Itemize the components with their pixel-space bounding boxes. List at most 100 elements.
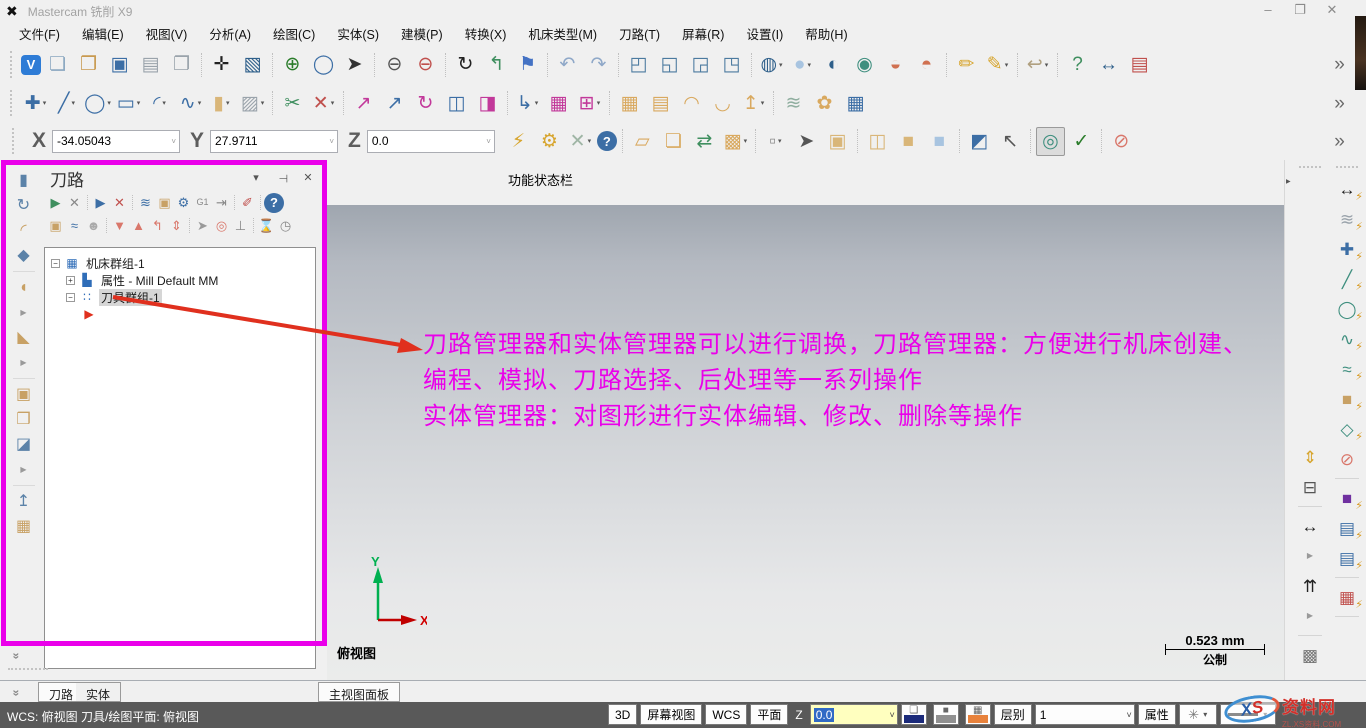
screen-view-button[interactable]: 屏幕视图 [640,704,702,725]
solid-loft-icon[interactable]: ◆ [10,244,37,267]
dim-vertical-icon[interactable]: ⇈ [1296,573,1324,599]
toolbar1-overflow[interactable]: » [1325,50,1354,79]
translucency-icon[interactable]: ◓ [912,50,941,79]
surface-swept-icon[interactable]: ◡ [708,89,737,118]
analyze-entity-icon[interactable]: ? [1063,50,1092,79]
display-options-icon[interactable]: ⊥ [231,216,250,235]
wcs-button[interactable]: WCS [705,704,747,725]
solid-revolve-icon[interactable]: ↻ [10,194,37,217]
create-surface-icon[interactable]: ▨▾ [238,89,267,118]
toolbar-grip[interactable] [1336,166,1358,168]
verify-icon[interactable]: ▣ [155,193,174,212]
mastercam-v-icon[interactable]: V [21,55,41,75]
save-file-icon[interactable]: ▣ [105,50,134,79]
graphics-canvas[interactable]: 刀路管理器和实体管理器可以进行调换，刀路管理器：方便进行机床创建、编程、模拟、刀… [327,205,1284,680]
previous-view-icon[interactable]: ↰ [482,50,511,79]
qm-arc-icon[interactable]: ◯⚡ [1333,296,1361,322]
named-views-icon[interactable]: ⚑ [513,50,542,79]
qm-level-icon[interactable]: ▤⚡ [1333,515,1361,541]
qm-group-icon[interactable]: ▤⚡ [1333,545,1361,571]
panel-grip[interactable] [8,668,48,670]
menu-analyze[interactable]: 分析(A) [198,22,262,45]
dynamic-rotate-icon[interactable]: ↻ [451,50,480,79]
delete-duplicates-icon[interactable]: ✎▾ [983,50,1012,79]
qm-solid-icon[interactable]: ■⚡ [1333,386,1361,412]
create-spline-icon[interactable]: ∿▾ [176,89,205,118]
insert-scroll-icon[interactable]: ⇕ [167,216,186,235]
materials-display-icon[interactable]: ◉ [850,50,879,79]
unzoom-80-icon[interactable]: ⊖ [411,50,440,79]
display-associated-icon[interactable]: ◎ [212,216,231,235]
3d-mode-button[interactable]: 3D [608,704,637,725]
undelete-icon[interactable]: ↩▾ [1023,50,1052,79]
tab-solids[interactable]: 实体 [76,682,121,702]
solid-chamfer-flyout-icon[interactable]: ▶ [10,351,37,374]
menu-solids[interactable]: 实体(S) [326,22,390,45]
menu-edit[interactable]: 编辑(E) [71,22,135,45]
help-icon[interactable]: ? [597,131,617,151]
toolpath-display-icon[interactable]: ≈ [65,216,84,235]
autocursor-off-icon[interactable]: ✕▾ [566,127,595,156]
minimize-button[interactable]: – [1260,2,1276,18]
chevron-down-icon[interactable]: ▾ [744,137,748,145]
chevron-down-icon[interactable]: ▾ [779,61,783,69]
gview-front-icon[interactable]: ◱ [655,50,684,79]
chevron-down-icon[interactable]: ▾ [198,99,202,107]
create-point-icon[interactable]: ✚▾ [21,89,50,118]
menu-xform[interactable]: 转换(X) [454,22,518,45]
ghost-toolpath-icon[interactable]: ☻ [84,216,103,235]
xform-dynamic-icon[interactable]: ↻ [411,89,440,118]
chevron-down-icon[interactable]: ▾ [162,99,166,107]
toolbar-grip[interactable] [1299,166,1321,168]
qm-point-icon[interactable]: ✚⚡ [1333,236,1361,262]
tree-node-properties[interactable]: +▙属性 - Mill Default MM [66,272,315,288]
fit-screen-icon[interactable]: ✛ [207,50,236,79]
xform-translate-icon[interactable]: ↗ [349,89,378,118]
toolbar2-overflow[interactable]: » [1325,89,1354,118]
tree-node-tool-group[interactable]: −∷刀具群组-1 [66,289,315,305]
zoom-in-window-icon[interactable]: ⊕ [278,50,307,79]
trim-divide-icon[interactable]: ✕▾ [309,89,338,118]
regen-selected-icon[interactable]: ▶ [91,193,110,212]
surface-revolved-icon[interactable]: ◠ [677,89,706,118]
xform-offset-icon[interactable]: ◨ [473,89,502,118]
chevron-down-icon[interactable]: ▾ [1005,61,1009,69]
chevron-down-icon[interactable]: ▾ [71,99,75,107]
solid-chamfer-icon[interactable]: ◣ [10,326,37,349]
chevron-down-icon[interactable]: ▾ [807,61,811,69]
shaded-display-icon[interactable]: ●▾ [788,50,817,79]
chevron-down-icon[interactable]: ˅ [1126,710,1131,720]
note-callout-icon[interactable]: ⊟ [1296,474,1324,500]
menu-model[interactable]: 建模(P) [390,22,454,45]
dim-horizontal-icon[interactable]: ↔ [1296,513,1324,539]
tab-viewsheet[interactable]: 主视图面板 [318,682,400,702]
repaint-icon[interactable]: ▧ [238,50,267,79]
interrupt-icon[interactable]: ⊘ [1107,127,1136,156]
solid-primitives-icon[interactable]: ▦ [10,515,37,538]
insert-up-icon[interactable]: ▲ [129,216,148,235]
block-model-icon[interactable]: ▦ [841,89,870,118]
open-file-icon[interactable]: ❒ [74,50,103,79]
solid-boolean-icon[interactable]: ❒ [10,408,37,431]
qm-spline-icon[interactable]: ∿⚡ [1333,326,1361,352]
restore-button[interactable]: ❐ [1292,2,1308,18]
qm-surface-icon[interactable]: ≋⚡ [1333,206,1361,232]
gview-toolpaths-icon[interactable]: ◎ [1036,127,1065,156]
chevron-down-icon[interactable]: ▾ [107,99,111,107]
panel-close-icon[interactable]: ✕ [301,171,315,185]
tree-expander-icon[interactable]: − [51,259,60,268]
tree-expander-icon[interactable]: − [66,293,75,302]
autocursor-power-icon[interactable]: ⚡ [504,127,533,156]
level-button[interactable]: 层别 [994,704,1032,725]
x-coordinate-input[interactable]: ˅ [52,130,180,153]
unselect-all-ops-icon[interactable]: ✕ [65,193,84,212]
solid-extrude-icon[interactable]: ▮ [10,169,37,192]
analyze-list-icon[interactable]: ▤ [1125,50,1154,79]
select-solid-back-icon[interactable]: ■ [925,127,954,156]
zoom-target-icon[interactable]: ➤ [340,50,369,79]
highfeed-icon[interactable]: ✐ [238,193,257,212]
toolbar-grip[interactable] [10,51,14,78]
select-inside-icon[interactable]: ▱ [628,127,657,156]
menu-screen[interactable]: 屏幕(R) [671,22,735,45]
simulate-options-icon[interactable]: ⚙ [174,193,193,212]
